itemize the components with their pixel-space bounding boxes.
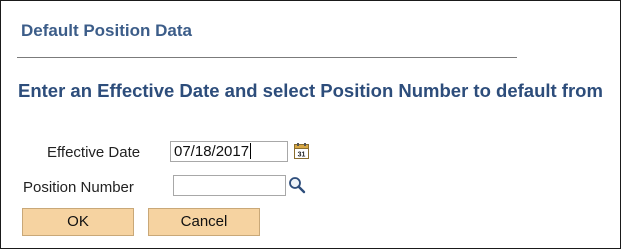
text-caret xyxy=(250,143,252,159)
dialog-panel: Default Position Data Enter an Effective… xyxy=(0,0,621,249)
position-number-input[interactable] xyxy=(173,175,286,196)
cancel-button[interactable]: Cancel xyxy=(148,208,260,236)
dialog-title: Default Position Data xyxy=(21,21,192,40)
magnifier-lookup-icon[interactable] xyxy=(288,176,306,194)
calendar-icon[interactable]: 31 xyxy=(294,143,309,159)
title-divider xyxy=(17,57,517,58)
svg-text:31: 31 xyxy=(298,152,306,159)
position-number-label: Position Number xyxy=(23,179,134,196)
instructions-heading: Enter an Effective Date and select Posit… xyxy=(18,80,603,101)
effective-date-input[interactable]: 07/18/2017 xyxy=(170,141,288,162)
effective-date-label: Effective Date xyxy=(47,144,141,161)
ok-button[interactable]: OK xyxy=(22,208,134,236)
effective-date-value: 07/18/2017 xyxy=(174,143,250,160)
